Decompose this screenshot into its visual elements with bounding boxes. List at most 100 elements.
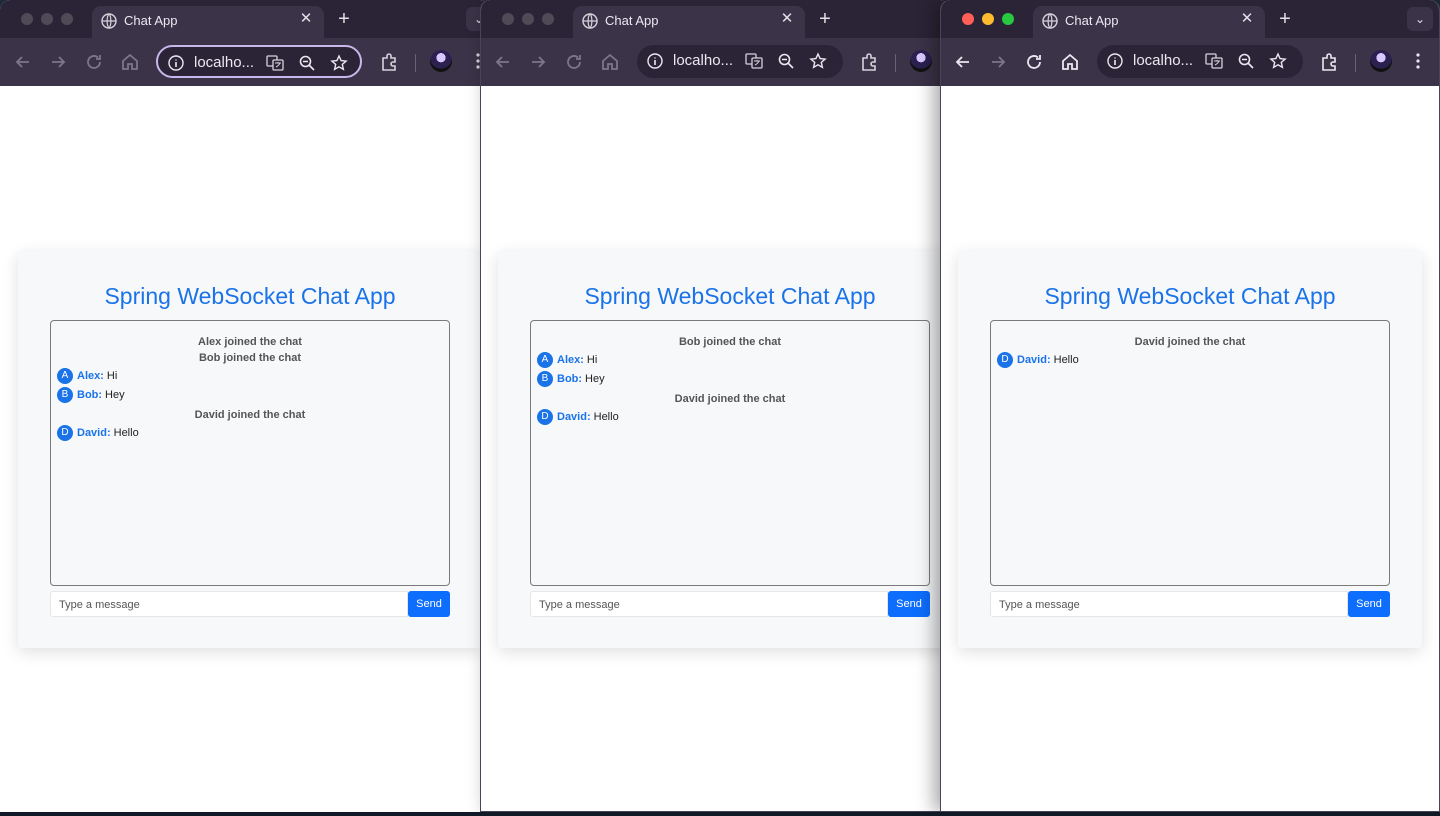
- home-button[interactable]: [599, 51, 621, 73]
- send-button[interactable]: Send: [408, 591, 450, 617]
- message-text: Hello: [593, 410, 619, 423]
- page-content: Spring WebSocket Chat App David joined t…: [941, 86, 1439, 811]
- extensions-icon[interactable]: [378, 51, 400, 73]
- forward-button[interactable]: [987, 51, 1009, 73]
- forward-button[interactable]: [47, 51, 69, 73]
- close-tab-icon[interactable]: ✕: [1237, 9, 1257, 29]
- new-tab-button[interactable]: +: [814, 8, 836, 30]
- translate-icon[interactable]: [266, 54, 284, 72]
- new-tab-button[interactable]: +: [1274, 8, 1296, 30]
- message-input[interactable]: Type a message: [530, 591, 888, 617]
- reload-button[interactable]: [83, 51, 105, 73]
- extensions-icon[interactable]: [1318, 51, 1340, 73]
- home-icon: [1062, 53, 1078, 70]
- tab-chat-app[interactable]: Chat App ✕: [1033, 6, 1265, 38]
- site-info-icon[interactable]: [1107, 53, 1123, 69]
- reload-button[interactable]: [1023, 51, 1045, 73]
- message-composer: Type a message Send: [50, 591, 450, 617]
- chat-messages-box[interactable]: Alex joined the chat Bob joined the chat A…: [50, 320, 450, 586]
- chat-card: Spring WebSocket Chat App Bob joined the…: [498, 251, 949, 648]
- browser-toolbar: localho...: [0, 38, 490, 86]
- zoom-window-button[interactable]: [1002, 13, 1014, 25]
- address-bar[interactable]: localho...: [156, 45, 362, 78]
- window-controls: [962, 13, 1014, 25]
- browser-window-1: Chat App ✕ + ⌄ localho... Spring WebSock…: [0, 0, 490, 812]
- message-text: Hey: [585, 372, 605, 385]
- arrow-left-icon: [495, 56, 509, 68]
- close-tab-icon[interactable]: ✕: [777, 9, 797, 29]
- tab-strip: Chat App ✕ + ⌄: [941, 0, 1439, 38]
- home-button[interactable]: [1059, 51, 1081, 73]
- message-text: Hey: [105, 388, 125, 401]
- profile-avatar[interactable]: [1370, 50, 1392, 72]
- message-text: Hi: [106, 369, 118, 382]
- chat-message: D David: Hello: [997, 350, 1383, 369]
- system-message: David joined the chat: [1134, 336, 1246, 348]
- reload-button[interactable]: [563, 51, 585, 73]
- close-window-button[interactable]: [21, 13, 33, 25]
- star-icon[interactable]: [809, 52, 827, 70]
- profile-avatar[interactable]: [430, 50, 452, 72]
- tab-chat-app[interactable]: Chat App ✕: [92, 6, 324, 38]
- chat-card: Spring WebSocket Chat App David joined t…: [958, 251, 1422, 648]
- tab-strip: Chat App ✕ +: [481, 0, 949, 38]
- toolbar-separator: [895, 54, 896, 72]
- new-tab-button[interactable]: +: [333, 8, 355, 30]
- minimize-window-button[interactable]: [41, 13, 53, 25]
- sender-name: Alex:: [557, 353, 584, 366]
- toolbar-separator: [415, 54, 416, 72]
- zoom-icon[interactable]: [777, 52, 795, 70]
- close-window-button[interactable]: [502, 13, 514, 25]
- page-content: Spring WebSocket Chat App Alex joined th…: [0, 86, 490, 812]
- address-bar[interactable]: localho...: [637, 45, 843, 78]
- close-window-button[interactable]: [962, 13, 974, 25]
- message-input[interactable]: Type a message: [990, 591, 1348, 617]
- star-icon[interactable]: [330, 54, 348, 72]
- site-info-icon[interactable]: [647, 53, 663, 69]
- send-button[interactable]: Send: [1348, 591, 1390, 617]
- close-tab-icon[interactable]: ✕: [296, 9, 316, 29]
- zoom-icon[interactable]: [298, 54, 316, 72]
- globe-icon: [1042, 13, 1058, 29]
- reload-icon: [567, 55, 581, 69]
- minimize-window-button[interactable]: [522, 13, 534, 25]
- send-button[interactable]: Send: [888, 591, 930, 617]
- zoom-window-button[interactable]: [542, 13, 554, 25]
- sender-name: Bob:: [557, 372, 583, 385]
- more-menu-icon[interactable]: [1416, 52, 1420, 70]
- page-content: Spring WebSocket Chat App Bob joined the…: [481, 86, 949, 811]
- user-avatar: A: [537, 351, 553, 368]
- sender-name: Alex:: [77, 369, 104, 382]
- forward-button[interactable]: [527, 51, 549, 73]
- translate-icon[interactable]: [745, 52, 763, 70]
- back-button[interactable]: [492, 51, 514, 73]
- message-list: Alex joined the chat Bob joined the chat A…: [57, 334, 443, 442]
- tab-chat-app[interactable]: Chat App ✕: [573, 6, 805, 38]
- extensions-icon[interactable]: [858, 51, 880, 73]
- tab-search-button[interactable]: ⌄: [1407, 7, 1433, 31]
- page-title: Spring WebSocket Chat App: [104, 283, 396, 309]
- home-button[interactable]: [119, 51, 141, 73]
- window-controls: [502, 13, 554, 25]
- address-bar[interactable]: localho...: [1097, 45, 1303, 78]
- chat-messages-box[interactable]: Bob joined the chat A Alex: Hi B Bob: Hey David…: [530, 320, 930, 586]
- back-button[interactable]: [12, 51, 34, 73]
- back-button[interactable]: [952, 51, 974, 73]
- message-list: Bob joined the chat A Alex: Hi B Bob: Hey David…: [537, 334, 923, 426]
- chat-message: D David: Hello: [57, 423, 443, 442]
- arrow-right-icon: [532, 56, 546, 68]
- minimize-window-button[interactable]: [982, 13, 994, 25]
- star-icon[interactable]: [1269, 52, 1287, 70]
- translate-icon[interactable]: [1205, 52, 1223, 70]
- chat-card: Spring WebSocket Chat App Alex joined th…: [18, 251, 482, 648]
- zoom-icon[interactable]: [1237, 52, 1255, 70]
- page-title: Spring WebSocket Chat App: [1044, 283, 1336, 309]
- globe-icon: [101, 13, 117, 29]
- site-info-icon[interactable]: [168, 55, 184, 71]
- chat-messages-box[interactable]: David joined the chat D David: Hello: [990, 320, 1390, 586]
- message-input[interactable]: Type a message: [50, 591, 408, 617]
- tab-title: Chat App: [1065, 13, 1119, 28]
- zoom-window-button[interactable]: [61, 13, 73, 25]
- browser-window-2: Chat App ✕ + localho... Spring WebSocket…: [480, 0, 950, 812]
- profile-avatar[interactable]: [910, 50, 932, 72]
